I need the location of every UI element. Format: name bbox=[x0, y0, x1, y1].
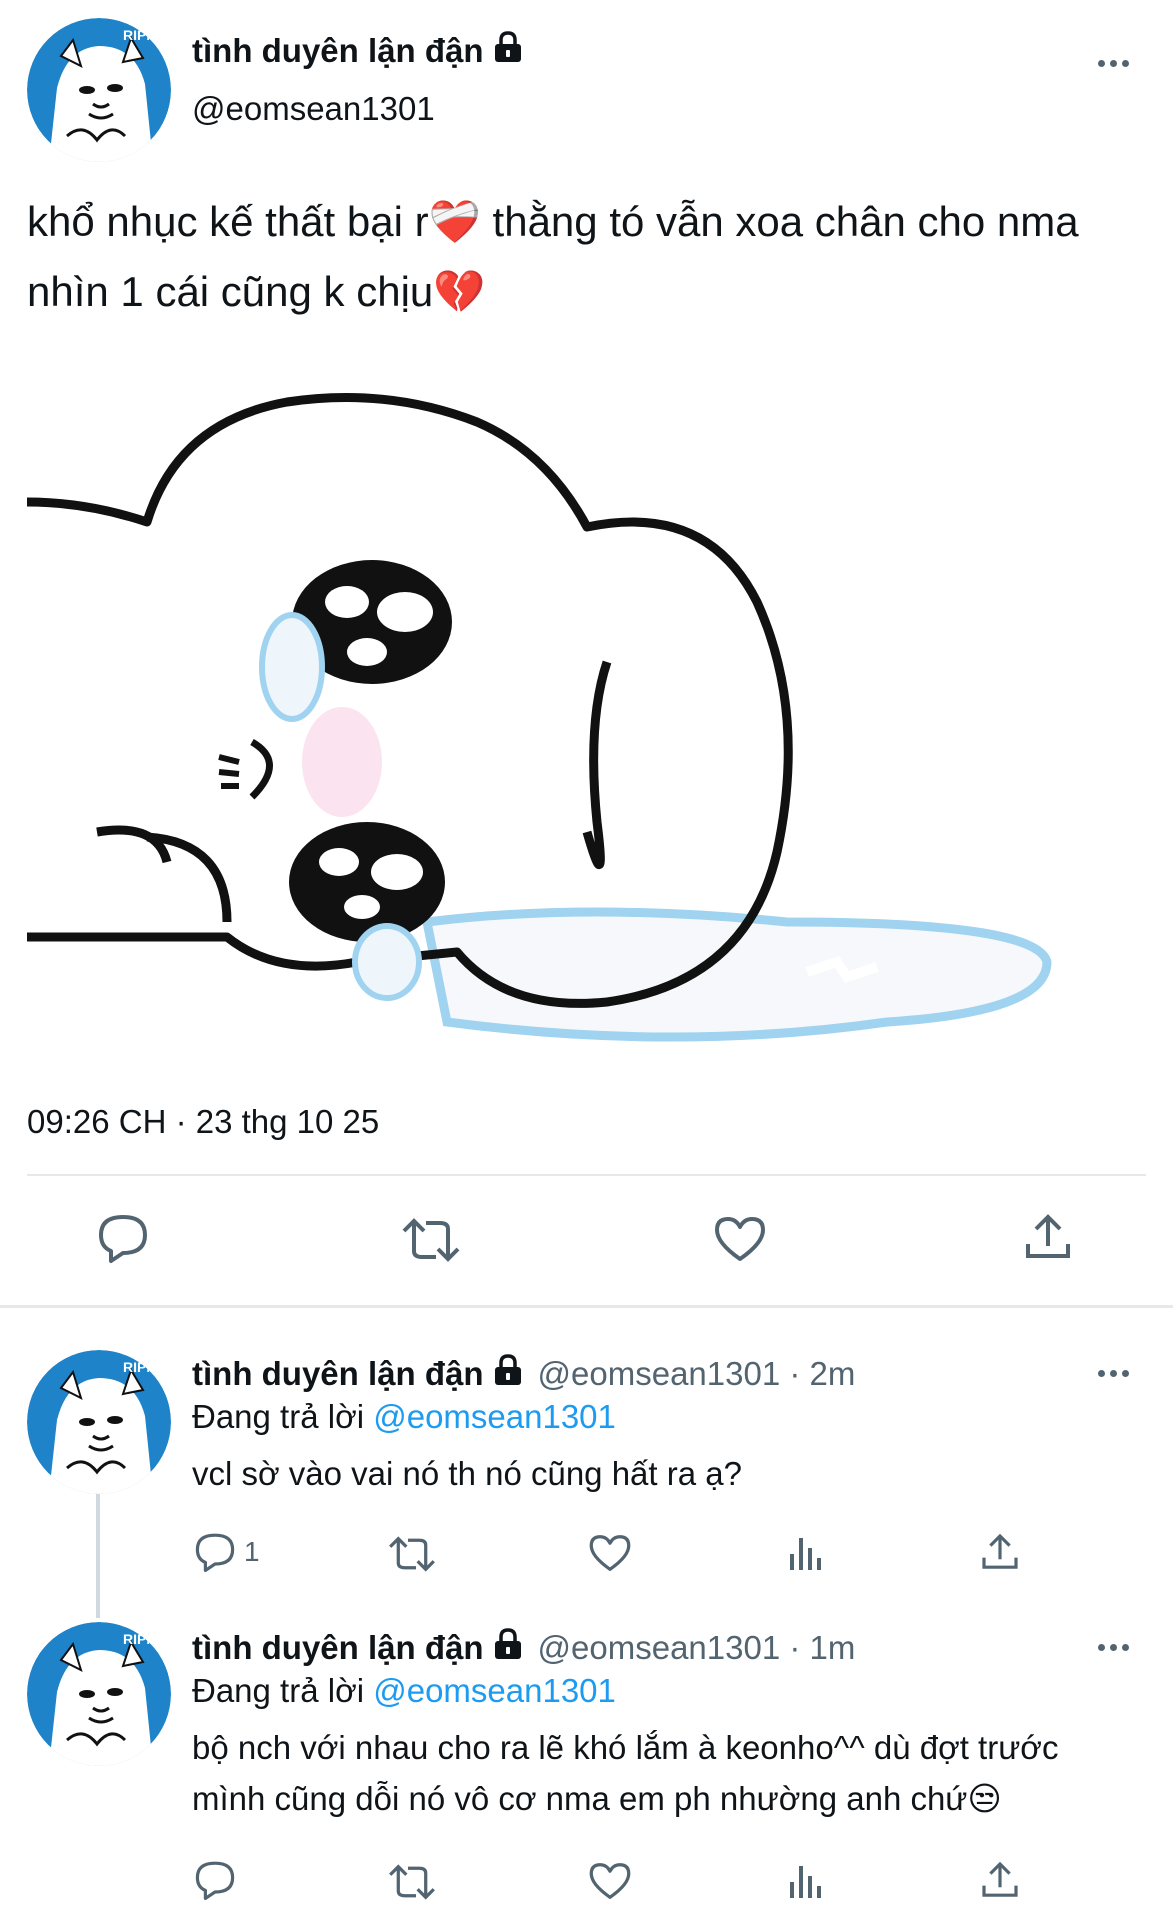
cat-avatar-image: RIPN bbox=[27, 1350, 171, 1494]
more-icon[interactable] bbox=[1098, 60, 1129, 67]
like-button[interactable] bbox=[713, 1215, 767, 1263]
display-name[interactable]: tình duyên lận đận bbox=[192, 30, 524, 72]
heart-icon bbox=[589, 1535, 631, 1571]
share-icon bbox=[982, 1533, 1018, 1569]
retweet-icon bbox=[389, 1536, 435, 1572]
tweet-text-line2: nhìn 1 cái cũng k chịu💔 bbox=[27, 268, 486, 315]
lock-icon bbox=[492, 30, 524, 72]
replying-to-link[interactable]: @eomsean1301 bbox=[373, 1398, 616, 1435]
reply-count: 1 bbox=[244, 1536, 260, 1567]
like-button[interactable] bbox=[588, 1533, 632, 1573]
reply-display-name[interactable]: tình duyên lận đận @eomsean1301 · 1m bbox=[192, 1627, 855, 1669]
views-icon bbox=[790, 1538, 821, 1570]
reply-text-line2: mình cũng dỗi nó vô cơ nma em ph nhường … bbox=[192, 1780, 1002, 1817]
avatar[interactable]: RIPN bbox=[27, 18, 171, 162]
like-button[interactable] bbox=[588, 1861, 632, 1901]
lock-icon bbox=[492, 1627, 524, 1669]
reply-icon bbox=[99, 1215, 147, 1263]
tweet-text-line1: khổ nhục kế thất bại r❤️‍🩹 thằng tó vẫn … bbox=[27, 198, 1079, 245]
reply-button[interactable] bbox=[97, 1213, 149, 1263]
reply-icon bbox=[195, 1533, 235, 1572]
heart-icon bbox=[589, 1863, 631, 1899]
reply-display-name-text: tình duyên lận đận bbox=[192, 1629, 484, 1666]
more-icon[interactable] bbox=[1098, 1644, 1129, 1651]
cat-avatar-image: RIPN bbox=[27, 18, 171, 162]
reply-icon bbox=[195, 1861, 235, 1900]
avatar-logo-text: RIPN bbox=[123, 27, 156, 43]
retweet-icon bbox=[402, 1218, 460, 1262]
avatar-logo-text: RIPN bbox=[123, 1359, 156, 1375]
retweet-button[interactable] bbox=[400, 1217, 462, 1263]
share-button[interactable] bbox=[1023, 1212, 1073, 1262]
views-button[interactable] bbox=[786, 1532, 826, 1572]
replying-prefix: Đang trả lời bbox=[192, 1672, 365, 1709]
avatar-logo-text: RIPN bbox=[123, 1631, 156, 1647]
reply-display-name-text: tình duyên lận đận bbox=[192, 1355, 484, 1392]
reply-button[interactable]: 1 bbox=[194, 1532, 260, 1572]
cat-avatar-image: RIPN bbox=[27, 1622, 171, 1766]
retweet-button[interactable] bbox=[387, 1863, 437, 1901]
avatar[interactable]: RIPN bbox=[27, 1622, 171, 1766]
handle[interactable]: @eomsean1301 bbox=[192, 90, 435, 128]
share-icon bbox=[982, 1861, 1018, 1897]
display-name-text: tình duyên lận đận bbox=[192, 32, 484, 69]
reply-button[interactable] bbox=[194, 1860, 236, 1900]
reply-text-line1: vcl sờ vào vai nó th nó cũng hất ra ạ? bbox=[192, 1455, 742, 1492]
reply-handle-time[interactable]: @eomsean1301 · 2m bbox=[538, 1355, 856, 1393]
replying-to: Đang trả lời @eomsean1301 bbox=[192, 1398, 616, 1436]
tweet-image[interactable] bbox=[26, 362, 1107, 1067]
share-button[interactable] bbox=[980, 1860, 1020, 1900]
section-divider bbox=[0, 1305, 1173, 1308]
avatar[interactable]: RIPN bbox=[27, 1350, 171, 1494]
tweet-timestamp[interactable]: 09:26 CH · 23 thg 10 25 bbox=[27, 1103, 379, 1141]
views-button[interactable] bbox=[786, 1860, 826, 1900]
sad-cloud-sticker-image bbox=[26, 393, 1052, 1042]
more-icon[interactable] bbox=[1098, 1370, 1129, 1377]
share-icon bbox=[1026, 1214, 1070, 1258]
retweet-icon bbox=[389, 1864, 435, 1900]
reply-text-line1: bộ nch với nhau cho ra lẽ khó lắm à keon… bbox=[192, 1729, 1059, 1766]
heart-icon bbox=[715, 1217, 765, 1261]
reply-display-name[interactable]: tình duyên lận đận @eomsean1301 · 2m bbox=[192, 1353, 855, 1395]
replying-prefix: Đang trả lời bbox=[192, 1398, 365, 1435]
replying-to-link[interactable]: @eomsean1301 bbox=[373, 1672, 616, 1709]
reply-handle-time[interactable]: @eomsean1301 · 1m bbox=[538, 1629, 856, 1667]
retweet-button[interactable] bbox=[387, 1535, 437, 1573]
replying-to: Đang trả lời @eomsean1301 bbox=[192, 1672, 616, 1710]
divider bbox=[27, 1174, 1146, 1176]
lock-icon bbox=[492, 1353, 524, 1395]
views-icon bbox=[790, 1866, 821, 1898]
share-button[interactable] bbox=[980, 1532, 1020, 1572]
